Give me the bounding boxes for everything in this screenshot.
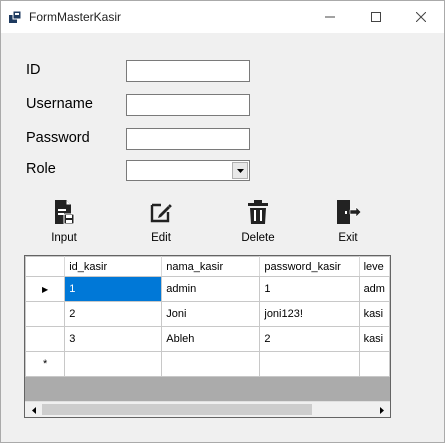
grid-cell[interactable]: Ableh [161, 326, 261, 352]
edit-button[interactable]: Edit [131, 200, 191, 250]
minimize-icon [325, 16, 335, 18]
grid-cell[interactable]: Joni [161, 301, 261, 327]
exit-button[interactable]: Exit [318, 200, 378, 250]
grid-content: id_kasir nama_kasir password_kasir leve … [25, 256, 390, 401]
grid-cell[interactable]: adm [358, 276, 390, 302]
grid-cell[interactable]: 2 [64, 301, 163, 327]
new-row-marker: * [42, 358, 48, 370]
scroll-right-button[interactable] [373, 402, 390, 417]
username-input[interactable] [126, 94, 250, 116]
column-header-id-kasir[interactable]: id_kasir [64, 256, 163, 277]
delete-button-label: Delete [241, 232, 275, 244]
row-header-new[interactable]: * [25, 351, 66, 377]
role-combobox[interactable] [126, 160, 250, 181]
grid-table: id_kasir nama_kasir password_kasir leve … [25, 256, 390, 377]
table-row[interactable]: ▶ 1 admin 1 adm [25, 276, 390, 302]
trash-icon [248, 200, 268, 224]
column-header-password-kasir[interactable]: password_kasir [259, 256, 360, 277]
table-row[interactable]: 3 Ableh 2 kasi [25, 326, 390, 352]
save-file-icon [55, 200, 75, 224]
password-input[interactable] [126, 128, 250, 150]
delete-button[interactable]: Delete [228, 200, 288, 250]
close-icon [416, 12, 426, 22]
row-header[interactable] [25, 301, 66, 327]
table-row[interactable]: 2 Joni joni123! kasi [25, 301, 390, 327]
grid-cell[interactable]: kasi [358, 301, 390, 327]
role-dropdown-button[interactable] [232, 162, 248, 179]
grid-corner-cell[interactable] [25, 256, 66, 277]
current-row-marker: ▶ [42, 285, 49, 294]
close-button[interactable] [398, 1, 444, 33]
maximize-button[interactable] [353, 1, 399, 33]
grid-cell[interactable]: kasi [358, 326, 390, 352]
column-header-level[interactable]: leve [358, 256, 390, 277]
grid-cell[interactable]: 1 [259, 276, 360, 302]
grid-cell[interactable]: joni123! [259, 301, 360, 327]
edit-pencil-icon [150, 203, 172, 223]
minimize-button[interactable] [307, 1, 353, 33]
column-header-nama-kasir[interactable]: nama_kasir [161, 256, 261, 277]
chevron-down-icon [236, 168, 244, 173]
horizontal-scrollbar[interactable] [25, 401, 390, 417]
exit-button-label: Exit [338, 232, 358, 244]
grid-header-row: id_kasir nama_kasir password_kasir leve [25, 256, 390, 277]
form-master-kasir-window: FormMasterKasir ID Username Password Rol… [0, 0, 445, 443]
grid-cell[interactable] [64, 351, 163, 377]
kasir-data-grid[interactable]: id_kasir nama_kasir password_kasir leve … [24, 255, 391, 418]
role-label: Role [26, 161, 56, 177]
password-label: Password [26, 130, 90, 146]
window-title: FormMasterKasir [29, 10, 122, 24]
scroll-left-button[interactable] [25, 402, 42, 417]
arrow-right-icon [379, 406, 384, 414]
row-header[interactable] [25, 326, 66, 352]
id-label: ID [26, 62, 41, 78]
arrow-left-icon [31, 406, 36, 414]
new-row[interactable]: * [25, 351, 390, 377]
edit-button-label: Edit [151, 232, 171, 244]
grid-cell[interactable]: 2 [259, 326, 360, 352]
input-button-label: Input [51, 232, 77, 244]
id-input[interactable] [126, 60, 250, 82]
input-button[interactable]: Input [34, 200, 94, 250]
app-icon [9, 11, 22, 23]
maximize-icon [371, 12, 381, 22]
grid-cell[interactable] [358, 351, 390, 377]
grid-cell[interactable] [259, 351, 360, 377]
scrollbar-thumb[interactable] [42, 404, 312, 415]
grid-cell[interactable]: 3 [64, 326, 163, 352]
grid-cell[interactable]: admin [161, 276, 261, 302]
title-bar[interactable]: FormMasterKasir [1, 1, 444, 33]
grid-cell[interactable]: 1 [64, 276, 163, 302]
row-header-current[interactable]: ▶ [25, 276, 66, 302]
username-label: Username [26, 96, 93, 112]
grid-cell[interactable] [161, 351, 261, 377]
exit-door-icon [337, 200, 361, 224]
